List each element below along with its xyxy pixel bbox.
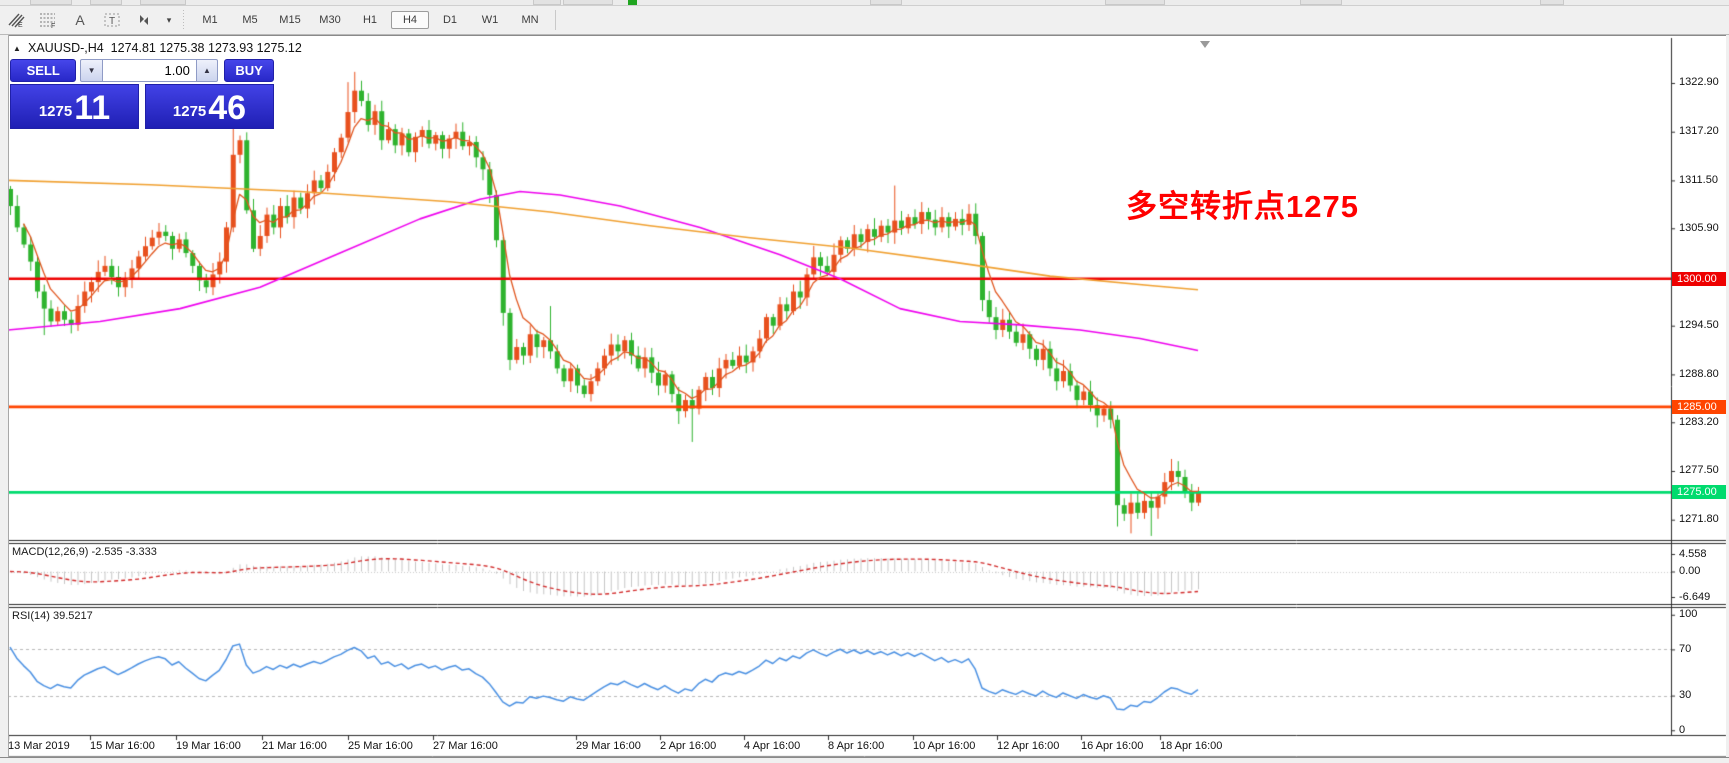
- collapse-arrow-icon[interactable]: ▲: [13, 44, 21, 53]
- buy-price-small: 1275: [173, 99, 206, 125]
- price-axis-tick: 1317.20: [1679, 125, 1719, 137]
- mt4-window: E F A T ▾ M1M5M15M30H1H4D1W1MN ▲ XAUUSD-…: [0, 0, 1729, 763]
- macd-axis-tick: 4.558: [1679, 548, 1707, 560]
- chart-shift-marker-icon[interactable]: [1200, 41, 1210, 48]
- price-axis-tick: 1322.90: [1679, 76, 1719, 88]
- volume-increase-button[interactable]: ▲: [196, 59, 218, 82]
- rsi-axis-tick: 100: [1679, 608, 1697, 620]
- date-axis-tick: 29 Mar 16:00: [576, 740, 641, 752]
- volume-decrease-button[interactable]: ▼: [80, 59, 102, 82]
- volume-input[interactable]: 1.00: [103, 59, 196, 82]
- date-axis-tick: 4 Apr 16:00: [744, 740, 800, 752]
- rsi-axis-tick: 30: [1679, 689, 1691, 701]
- price-axis-tick: 1271.80: [1679, 513, 1719, 525]
- date-axis-tick: 13 Mar 2019: [8, 740, 70, 752]
- buy-button[interactable]: BUY: [224, 59, 274, 82]
- price-axis-tick: 1311.50: [1679, 174, 1718, 186]
- sell-price-big: 11: [74, 91, 110, 125]
- date-axis-tick: 19 Mar 16:00: [176, 740, 241, 752]
- date-axis-tick: 15 Mar 16:00: [90, 740, 155, 752]
- buy-price-box[interactable]: 1275 46: [145, 84, 274, 129]
- date-axis-tick: 21 Mar 16:00: [262, 740, 327, 752]
- symbol-period: XAUUSD-,H4: [28, 41, 104, 55]
- window-bottom-edge: [0, 757, 1729, 763]
- sell-price-box[interactable]: 1275 11: [10, 84, 139, 129]
- rsi-axis-tick: 70: [1679, 643, 1691, 655]
- price-axis-tick: 1288.80: [1679, 368, 1719, 380]
- one-click-trade-panel: SELL ▼ 1.00 ▲ BUY 1275 11 1275 46: [10, 59, 274, 129]
- price-axis-tick: 1277.50: [1679, 464, 1719, 476]
- macd-label: MACD(12,26,9) -2.535 -3.333: [12, 546, 157, 558]
- sell-button[interactable]: SELL: [10, 59, 76, 82]
- date-axis-tick: 25 Mar 16:00: [348, 740, 413, 752]
- date-axis-tick: 18 Apr 16:00: [1160, 740, 1222, 752]
- rsi-label: RSI(14) 39.5217: [12, 610, 93, 622]
- rsi-axis-tick: 0: [1679, 724, 1685, 736]
- chart-annotation-text: 多空转折点1275: [1126, 181, 1359, 226]
- date-axis-tick: 2 Apr 16:00: [660, 740, 716, 752]
- sell-price-small: 1275: [39, 99, 72, 125]
- price-axis-tick: 1283.20: [1679, 416, 1719, 428]
- ohlc-values: 1274.81 1275.38 1273.93 1275.12: [111, 41, 302, 55]
- price-level-badge-1285.00: 1285.00: [1672, 400, 1729, 414]
- chart-title: XAUUSD-,H4 1274.81 1275.38 1273.93 1275.…: [28, 41, 302, 55]
- macd-axis-tick: 0.00: [1679, 565, 1700, 577]
- date-axis-tick: 16 Apr 16:00: [1081, 740, 1143, 752]
- date-axis-tick: 10 Apr 16:00: [913, 740, 975, 752]
- buy-price-big: 46: [208, 91, 246, 125]
- macd-axis-tick: -6.649: [1679, 591, 1710, 603]
- price-level-badge-1275.00: 1275.00: [1672, 485, 1729, 499]
- date-axis-tick: 12 Apr 16:00: [997, 740, 1059, 752]
- price-axis-tick: 1305.90: [1679, 222, 1719, 234]
- date-axis-tick: 27 Mar 16:00: [433, 740, 498, 752]
- window-left-edge: [0, 35, 9, 763]
- price-level-badge-1300.00: 1300.00: [1672, 272, 1729, 286]
- price-axis-tick: 1294.50: [1679, 319, 1719, 331]
- date-axis-tick: 8 Apr 16:00: [828, 740, 884, 752]
